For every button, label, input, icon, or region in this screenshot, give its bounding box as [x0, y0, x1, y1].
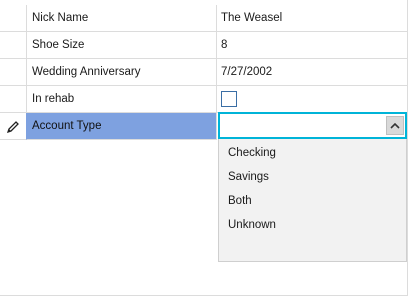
property-name: Wedding Anniversary: [26, 59, 217, 86]
dropdown-option-both[interactable]: Both: [219, 189, 406, 213]
combo-toggle-button[interactable]: [386, 116, 404, 135]
dropdown-option-checking[interactable]: Checking: [219, 141, 406, 165]
dropdown-option-savings[interactable]: Savings: [219, 165, 406, 189]
chevron-up-icon: [390, 122, 400, 129]
property-name: Shoe Size: [26, 32, 217, 59]
dropdown-option-unknown[interactable]: Unknown: [219, 213, 406, 237]
row-indicator: [0, 113, 26, 140]
account-type-combo[interactable]: [218, 112, 407, 139]
pencil-icon: [6, 121, 19, 134]
property-row-in-rehab[interactable]: In rehab: [0, 86, 408, 113]
property-name: Account Type: [26, 113, 217, 140]
property-name: Nick Name: [26, 5, 217, 32]
property-name: In rehab: [26, 86, 217, 113]
property-value[interactable]: 8: [217, 32, 408, 59]
row-indicator: [0, 32, 26, 59]
in-rehab-checkbox[interactable]: [221, 91, 237, 107]
row-indicator: [0, 5, 26, 32]
property-row-nick-name[interactable]: Nick Name The Weasel: [0, 5, 408, 32]
account-type-dropdown: Checking Savings Both Unknown: [218, 139, 407, 262]
property-row-wedding-anniversary[interactable]: Wedding Anniversary 7/27/2002: [0, 59, 408, 86]
row-indicator: [0, 59, 26, 86]
property-value[interactable]: 7/27/2002: [217, 59, 408, 86]
row-indicator: [0, 86, 26, 113]
property-row-shoe-size[interactable]: Shoe Size 8: [0, 32, 408, 59]
property-value[interactable]: The Weasel: [217, 5, 408, 32]
property-value: [217, 86, 408, 113]
